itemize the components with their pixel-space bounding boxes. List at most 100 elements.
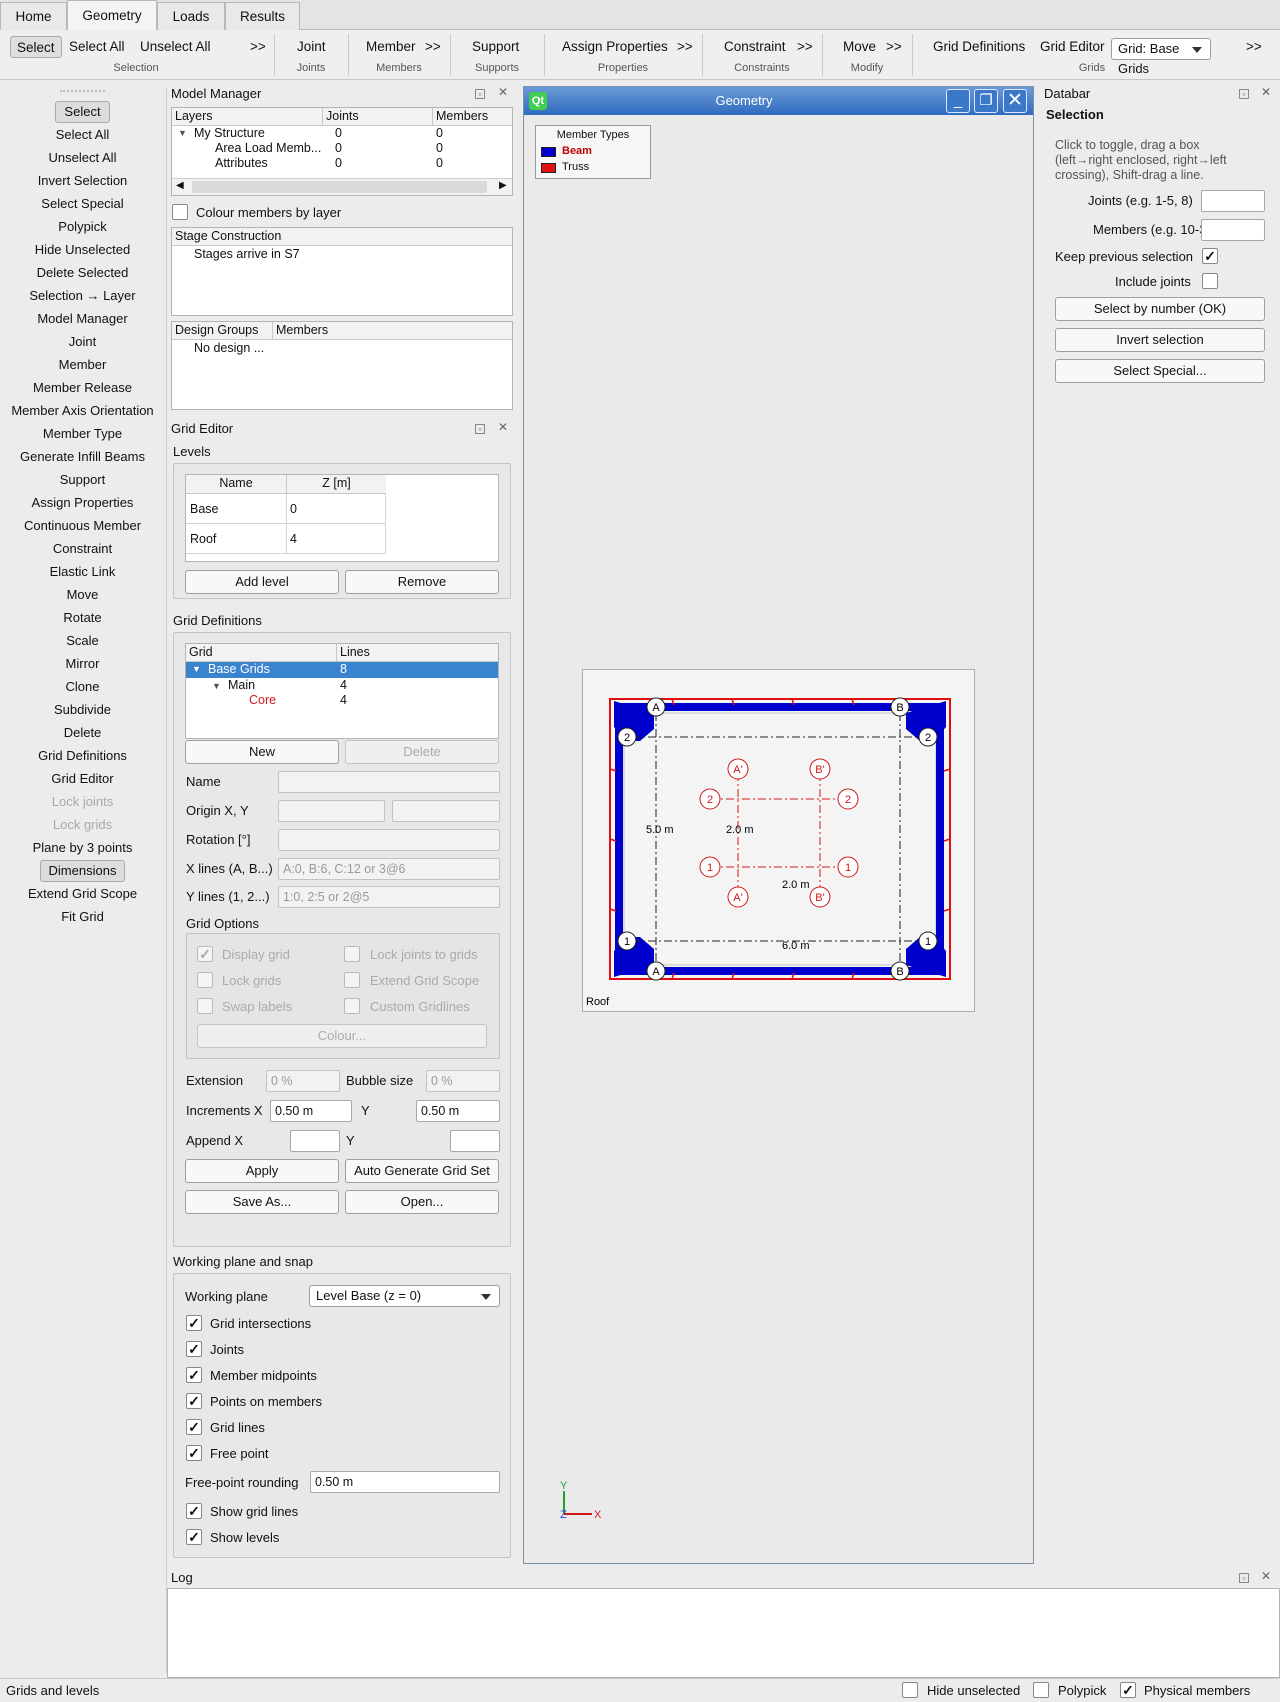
close-icon[interactable]: ✕: [1261, 85, 1271, 99]
expand-down-icon[interactable]: ▼: [212, 681, 221, 691]
geometry-title-bar[interactable]: Qt Geometry _ ❐ ✕: [524, 87, 1033, 115]
ribbon-assign-properties-button[interactable]: Assign Properties: [562, 36, 668, 58]
layer-row[interactable]: Area Load Memb...: [215, 141, 321, 155]
joints-filter-input[interactable]: [1201, 190, 1265, 212]
scroll-left-icon[interactable]: ◀: [176, 180, 184, 191]
horizontal-scrollbar[interactable]: ◀ ▶: [172, 178, 512, 195]
grid-tree[interactable]: Grid Lines ▼ Base Grids 8 ▼ Main 4 Core …: [185, 643, 499, 739]
snap-free-point-checkbox[interactable]: ✓: [186, 1445, 202, 1461]
selection-more-icon[interactable]: >>: [250, 36, 266, 58]
ribbon-support-button[interactable]: Support: [472, 36, 519, 58]
undock-icon[interactable]: ▫: [475, 89, 485, 99]
open-button[interactable]: Open...: [345, 1190, 499, 1214]
close-icon[interactable]: ✕: [1003, 89, 1027, 113]
bubble-size-input[interactable]: 0 %: [426, 1070, 500, 1092]
minimize-icon[interactable]: _: [946, 89, 970, 113]
apply-button[interactable]: Apply: [185, 1159, 339, 1183]
origin-x-input[interactable]: [278, 800, 385, 822]
levels-table[interactable]: Name Z [m] Base 0 Roof 4: [185, 474, 499, 562]
keep-previous-checkbox[interactable]: ✓: [1202, 248, 1218, 264]
expand-down-icon[interactable]: ▼: [178, 128, 187, 138]
ribbon-move-button[interactable]: Move: [843, 36, 876, 58]
working-plane-combo[interactable]: Level Base (z = 0): [309, 1285, 500, 1307]
layers-tree[interactable]: Layers Joints Members ▼ My Structure 0 0…: [171, 107, 513, 196]
polypick-checkbox[interactable]: [1033, 1682, 1049, 1698]
cmd-polypick[interactable]: Polypick: [0, 215, 165, 238]
tab-results[interactable]: Results: [225, 2, 300, 30]
increments-y-input[interactable]: 0.50 m: [416, 1100, 500, 1122]
cmd-joint[interactable]: Joint: [0, 330, 165, 353]
cmd-mirror[interactable]: Mirror: [0, 652, 165, 675]
ribbon-constraint-button[interactable]: Constraint: [724, 36, 786, 58]
auto-generate-button[interactable]: Auto Generate Grid Set: [345, 1159, 499, 1183]
select-special-button[interactable]: Select Special...: [1055, 359, 1265, 383]
tab-geometry[interactable]: Geometry: [67, 0, 157, 30]
structure-plan-view[interactable]: 5.0 m 2.0 m 2.0 m 6.0 m Roof A B A B 2 2…: [582, 669, 975, 1012]
grid-name-input[interactable]: [278, 771, 500, 793]
level-row[interactable]: Roof 4: [186, 524, 386, 554]
hide-unselected-checkbox[interactable]: [902, 1682, 918, 1698]
cmd-delete-selected[interactable]: Delete Selected: [0, 261, 165, 284]
snap-points-on-members-checkbox[interactable]: ✓: [186, 1393, 202, 1409]
new-grid-button[interactable]: New: [185, 740, 339, 764]
cmd-plane-by-3-points[interactable]: Plane by 3 points: [0, 836, 165, 859]
cmd-assign-properties[interactable]: Assign Properties: [0, 491, 165, 514]
cmd-delete[interactable]: Delete: [0, 721, 165, 744]
level-name[interactable]: Base: [190, 502, 219, 516]
ribbon-select-button[interactable]: Select: [10, 36, 62, 58]
append-y-input[interactable]: [450, 1130, 500, 1152]
undock-icon[interactable]: ▫: [1239, 89, 1249, 99]
maximize-icon[interactable]: ❐: [974, 89, 998, 113]
ribbon-joint-button[interactable]: Joint: [297, 36, 326, 58]
undock-icon[interactable]: ▫: [475, 424, 485, 434]
layer-row[interactable]: My Structure: [194, 126, 265, 140]
cmd-member-type[interactable]: Member Type: [0, 422, 165, 445]
save-as-button[interactable]: Save As...: [185, 1190, 339, 1214]
cmd-support[interactable]: Support: [0, 468, 165, 491]
cmd-grid-editor[interactable]: Grid Editor: [0, 767, 165, 790]
close-icon[interactable]: ✕: [498, 85, 508, 99]
y-lines-input[interactable]: 1:0, 2:5 or 2@5: [278, 886, 500, 908]
move-more-icon[interactable]: >>: [886, 36, 902, 58]
grid-name[interactable]: Core: [249, 693, 276, 707]
cmd-selection-to-layer[interactable]: Selection → Layer: [0, 284, 165, 307]
remove-level-button[interactable]: Remove: [345, 570, 499, 594]
cmd-member[interactable]: Member: [0, 353, 165, 376]
ribbon-grid-editor-button[interactable]: Grid Editor: [1040, 36, 1105, 58]
design-groups-list[interactable]: Design Groups Members No design ...: [171, 321, 513, 410]
cmd-model-manager[interactable]: Model Manager: [0, 307, 165, 330]
cmd-invert-selection[interactable]: Invert Selection: [0, 169, 165, 192]
scroll-right-icon[interactable]: ▶: [499, 180, 507, 191]
ribbon-grid-definitions-button[interactable]: Grid Definitions: [933, 36, 1025, 58]
level-row[interactable]: Base 0: [186, 494, 386, 524]
members-filter-input[interactable]: [1201, 219, 1265, 241]
ribbon-member-button[interactable]: Member: [366, 36, 416, 58]
tab-home[interactable]: Home: [0, 2, 67, 30]
snap-grid-intersections-checkbox[interactable]: ✓: [186, 1315, 202, 1331]
tab-loads[interactable]: Loads: [157, 2, 225, 30]
include-joints-checkbox[interactable]: [1202, 273, 1218, 289]
grids-more-icon[interactable]: >>: [1246, 36, 1262, 58]
append-x-input[interactable]: [290, 1130, 340, 1152]
level-z[interactable]: 0: [290, 502, 297, 516]
log-output[interactable]: [167, 1588, 1280, 1678]
ribbon-select-all-button[interactable]: Select All: [69, 36, 125, 58]
select-by-number-button[interactable]: Select by number (OK): [1055, 297, 1265, 321]
cmd-member-release[interactable]: Member Release: [0, 376, 165, 399]
grid-select-combo[interactable]: Grid: Base Grids: [1111, 38, 1211, 76]
cmd-select-all[interactable]: Select All: [0, 123, 165, 146]
cmd-extend-grid-scope[interactable]: Extend Grid Scope: [0, 882, 165, 905]
ribbon-unselect-all-button[interactable]: Unselect All: [140, 36, 211, 58]
rotation-input[interactable]: [278, 829, 500, 851]
cmd-select[interactable]: Select: [0, 100, 165, 123]
cmd-generate-infill-beams[interactable]: Generate Infill Beams: [0, 445, 165, 468]
cmd-continuous-member[interactable]: Continuous Member: [0, 514, 165, 537]
show-grid-lines-checkbox[interactable]: ✓: [186, 1503, 202, 1519]
snap-grid-lines-checkbox[interactable]: ✓: [186, 1419, 202, 1435]
cmd-fit-grid[interactable]: Fit Grid: [0, 905, 165, 928]
close-icon[interactable]: ✕: [1261, 1569, 1271, 1583]
snap-joints-checkbox[interactable]: ✓: [186, 1341, 202, 1357]
cmd-scale[interactable]: Scale: [0, 629, 165, 652]
cmd-dimensions[interactable]: Dimensions: [0, 859, 165, 882]
level-name[interactable]: Roof: [190, 532, 216, 546]
